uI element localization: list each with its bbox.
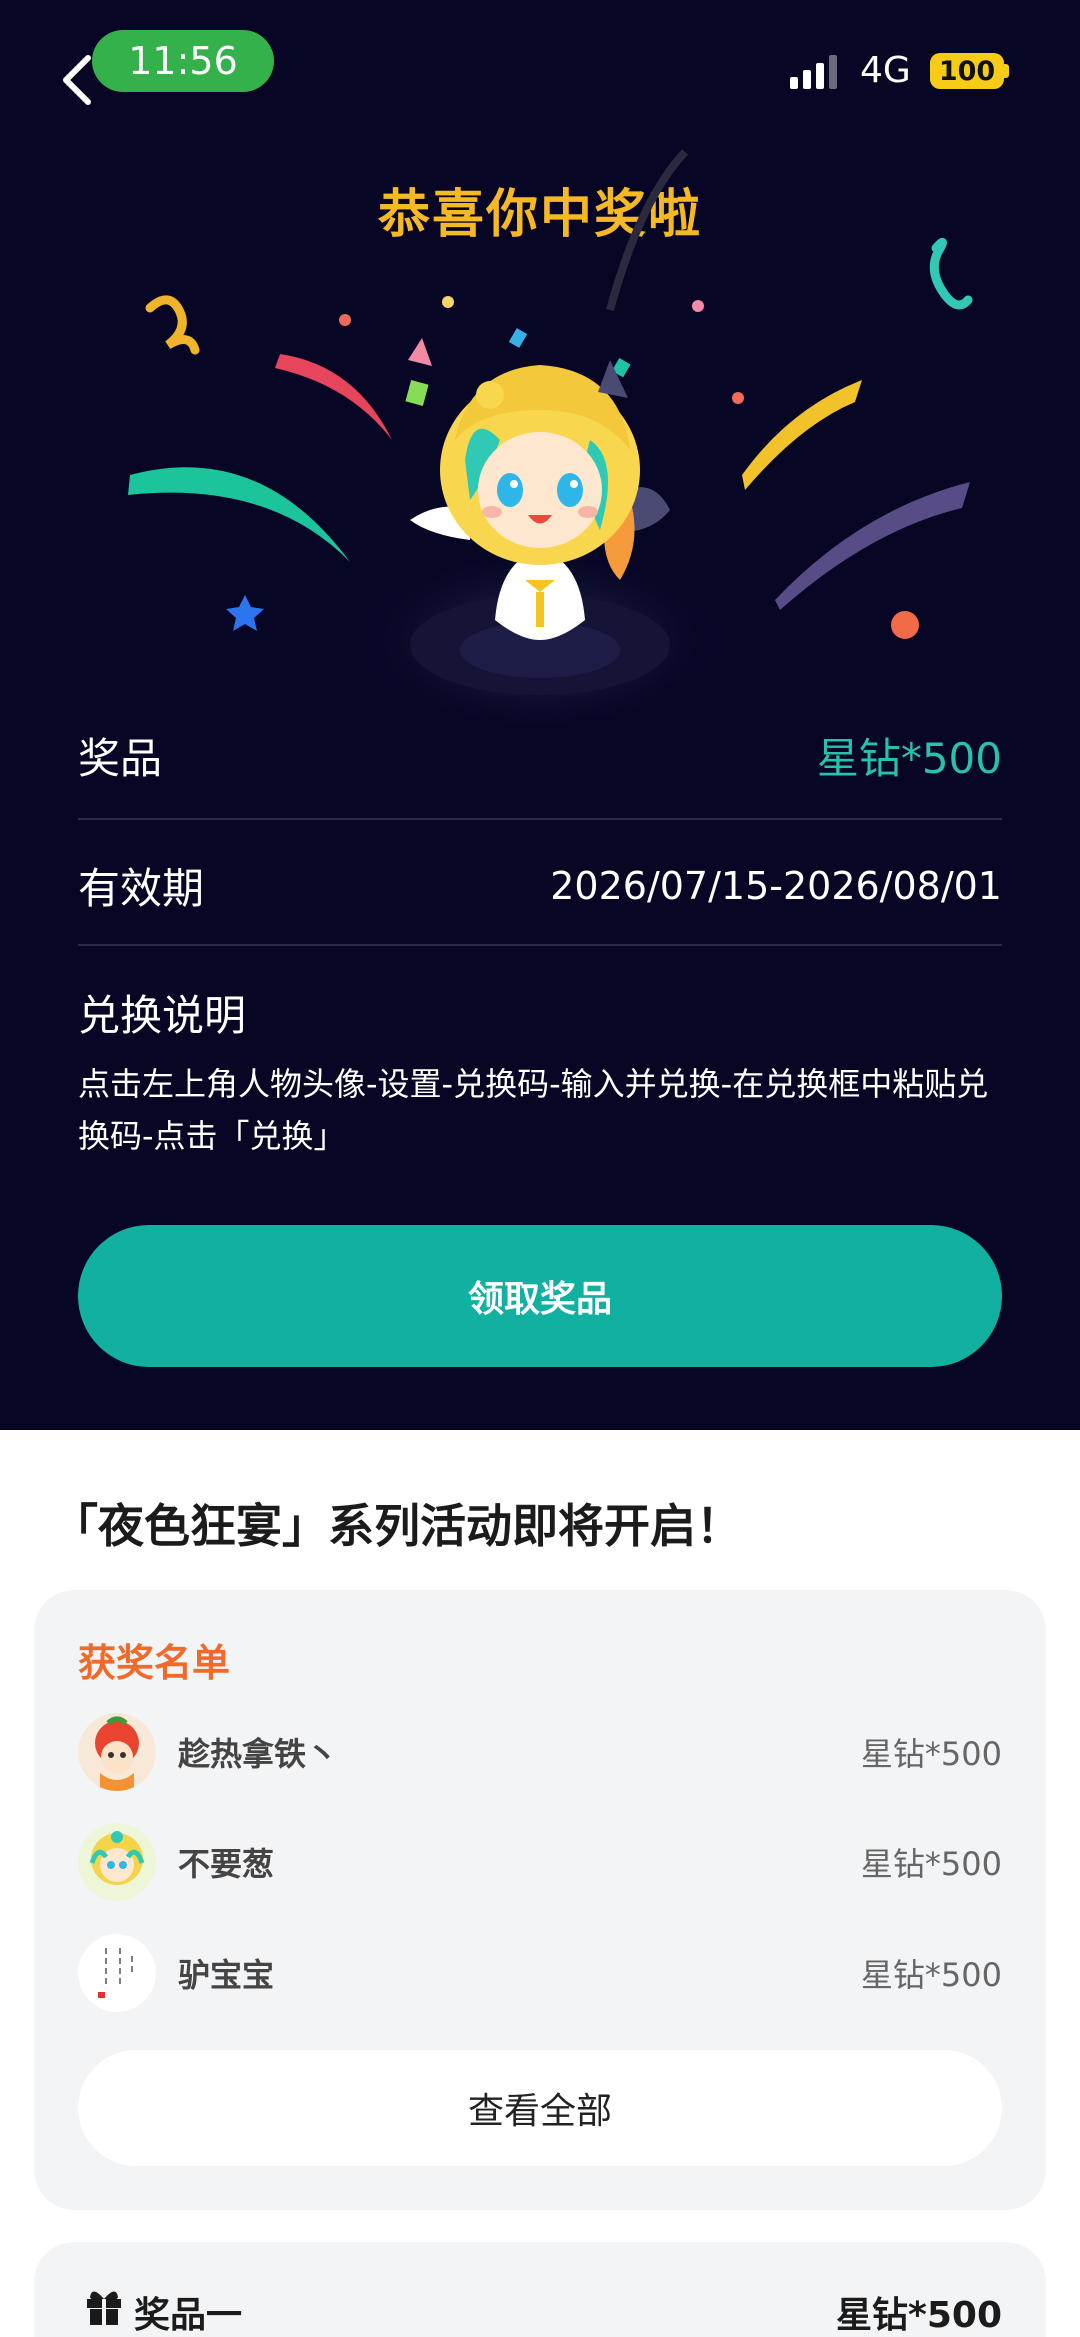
prize-card-label: 奖品一 bbox=[134, 2295, 243, 2336]
winner-name: 驴宝宝 bbox=[178, 1956, 275, 1994]
prize-card: 奖品一 星钻*500 bbox=[34, 2242, 1046, 2337]
validity-label: 有效期 bbox=[78, 864, 205, 913]
view-all-button[interactable]: 查看全部 bbox=[78, 2050, 1002, 2166]
winners-heading: 获奖名单 bbox=[78, 1641, 231, 1685]
claim-prize-button[interactable]: 领取奖品 bbox=[78, 1225, 1002, 1367]
event-title: 「夜色狂宴」系列活动即将开启！ bbox=[52, 1499, 742, 1553]
winner-row: 趁热拿铁丶 星钻*500 bbox=[78, 1712, 1002, 1792]
winner-name: 不要葱 bbox=[178, 1845, 275, 1883]
prize-label: 奖品 bbox=[78, 734, 163, 783]
winner-avatar bbox=[78, 1934, 156, 2012]
winner-name: 趁热拿铁丶 bbox=[178, 1735, 339, 1773]
status-time: 11:56 bbox=[92, 30, 274, 92]
prize-value: 星钻*500 bbox=[816, 734, 1002, 783]
prize-card-value: 星钻*500 bbox=[836, 2295, 1002, 2336]
winner-prize: 星钻*500 bbox=[860, 1845, 1002, 1883]
winner-avatar bbox=[78, 1823, 156, 1901]
redeem-title: 兑换说明 bbox=[78, 991, 247, 1040]
validity-row: 有效期 2026/07/15-2026/08/01 bbox=[78, 855, 1002, 916]
gift-icon bbox=[87, 2291, 121, 2325]
winner-row: 驴宝宝 星钻*500 bbox=[78, 1933, 1002, 2013]
winners-card: 获奖名单 趁热拿铁丶 星钻*500 不要葱 星钻*500 驴宝宝 星钻*500 … bbox=[34, 1590, 1046, 2210]
mascot-confetti-illustration bbox=[128, 149, 973, 735]
prize-row: 奖品 星钻*500 bbox=[78, 725, 1002, 786]
network-type: 4G bbox=[860, 50, 911, 91]
redeem-description: 点击左上角人物头像-设置-兑换码-输入并兑换-在兑换框中粘贴兑换码-点击「兑换」 bbox=[78, 1065, 989, 1155]
winner-prize: 星钻*500 bbox=[860, 1735, 1002, 1773]
validity-value: 2026/07/15-2026/08/01 bbox=[550, 863, 1002, 908]
prize-hero: 11:56 4G 100 恭喜你中奖啦 奖品 星钻*500 有效期 2026/0… bbox=[0, 0, 1080, 1430]
winner-prize: 星钻*500 bbox=[860, 1956, 1002, 1994]
battery-nub bbox=[1004, 64, 1009, 78]
winner-row: 不要葱 星钻*500 bbox=[78, 1822, 1002, 1902]
divider bbox=[78, 944, 1002, 946]
battery-icon: 100 bbox=[930, 53, 1004, 89]
signal-icon bbox=[790, 55, 837, 89]
winner-avatar bbox=[78, 1713, 156, 1791]
divider bbox=[78, 818, 1002, 820]
